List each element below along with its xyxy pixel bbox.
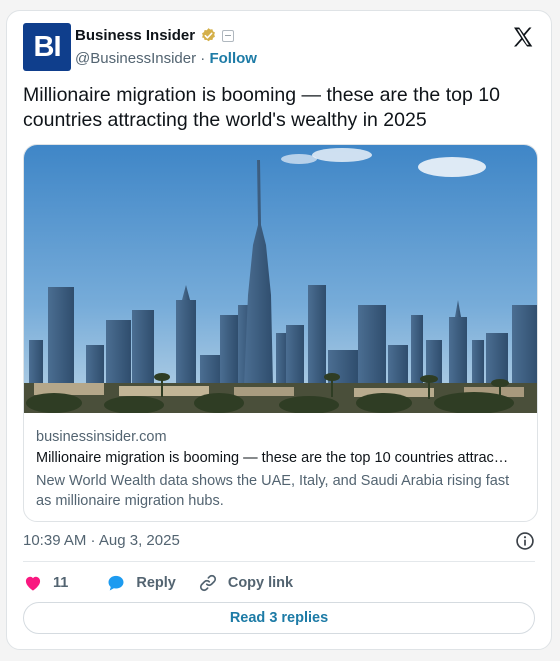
x-logo-icon[interactable]	[511, 25, 535, 49]
tweet-text: Millionaire migration is booming — these…	[23, 84, 500, 131]
affiliate-badge-icon	[222, 29, 235, 42]
avatar[interactable]: BI	[23, 23, 71, 71]
like-button[interactable]: 11	[23, 573, 68, 593]
handle-row: @BusinessInsider · Follow	[75, 50, 257, 67]
link-description: New World Wealth data shows the UAE, Ita…	[36, 473, 510, 509]
timestamp[interactable]: 10:39 AM · Aug 3, 2025	[23, 532, 180, 549]
separator: ·	[200, 50, 206, 67]
tweet-header: BI Business Insider @BusinessInsider · F…	[23, 23, 535, 73]
info-icon[interactable]	[515, 531, 535, 551]
speech-bubble-icon	[108, 575, 124, 591]
link-title: Millionaire migration is booming — these…	[36, 450, 509, 466]
skyline-photo	[24, 145, 537, 413]
reply-button[interactable]: Reply	[106, 573, 176, 593]
account-name[interactable]: Business Insider	[75, 27, 195, 44]
link-domain: businessinsider.com	[36, 429, 167, 445]
verified-badge-icon	[202, 28, 215, 42]
name-row: Business Insider	[75, 27, 235, 44]
read-replies-button[interactable]: Read 3 replies	[23, 602, 535, 634]
copy-link-label: Copy link	[227, 575, 294, 591]
link-preview-meta: businessinsider.com Millionaire migratio…	[36, 429, 525, 511]
reply-label: Reply	[136, 575, 176, 591]
link-preview-card[interactable]: businessinsider.com Millionaire migratio…	[23, 144, 538, 522]
divider	[23, 561, 535, 562]
tweet-card: BI Business Insider @BusinessInsider · F…	[6, 10, 552, 650]
follow-button[interactable]: Follow	[209, 50, 257, 67]
link-icon	[199, 574, 216, 592]
copy-link-button[interactable]: Copy link	[198, 573, 293, 593]
action-bar: 11 Reply Copy link	[23, 571, 293, 595]
account-handle[interactable]: @BusinessInsider	[75, 50, 196, 67]
like-count: 11	[53, 575, 69, 591]
heart-icon	[25, 576, 41, 591]
